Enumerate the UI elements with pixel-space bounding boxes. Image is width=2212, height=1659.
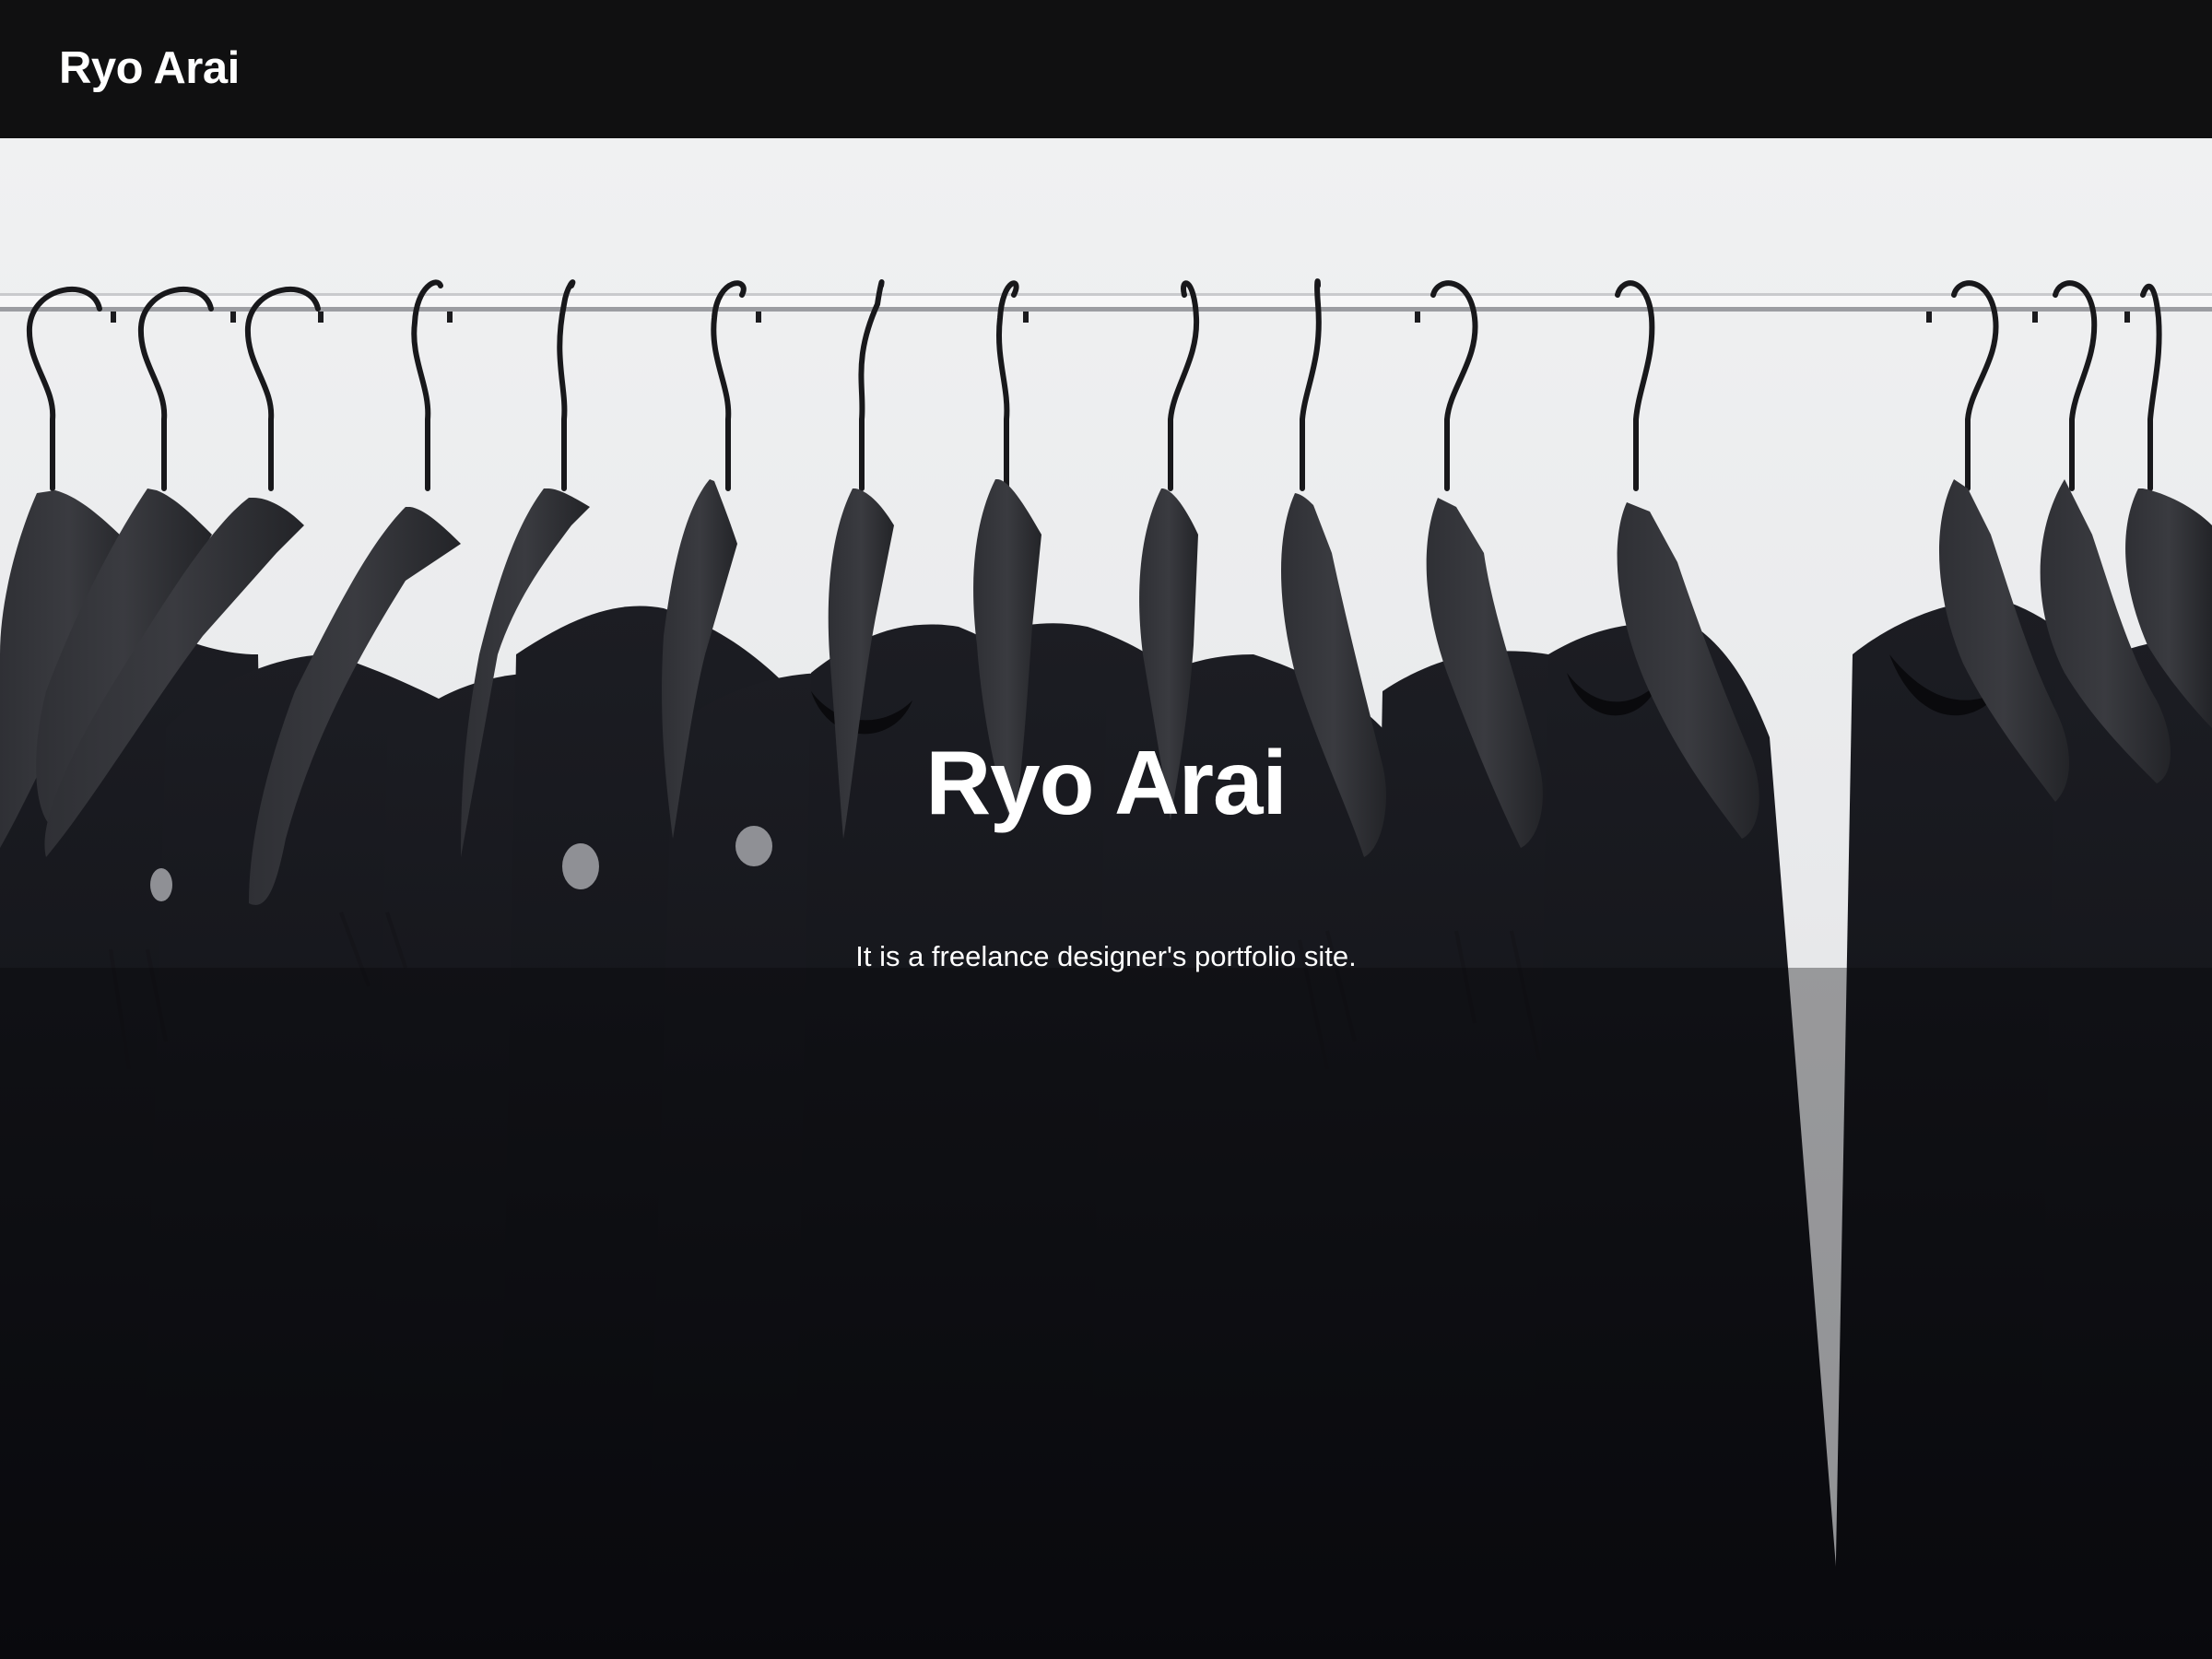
hero-subtitle: It is a freelance designer's portfolio s… [855,940,1357,972]
top-navigation-bar: Ryo Arai [0,0,2212,138]
hero-background-image [0,138,2212,1659]
site-logo-link[interactable]: Ryo Arai [59,42,240,94]
hero-section: Ryo Arai It is a freelance designer's po… [0,138,2212,1659]
hero-title: Ryo Arai [925,732,1287,833]
